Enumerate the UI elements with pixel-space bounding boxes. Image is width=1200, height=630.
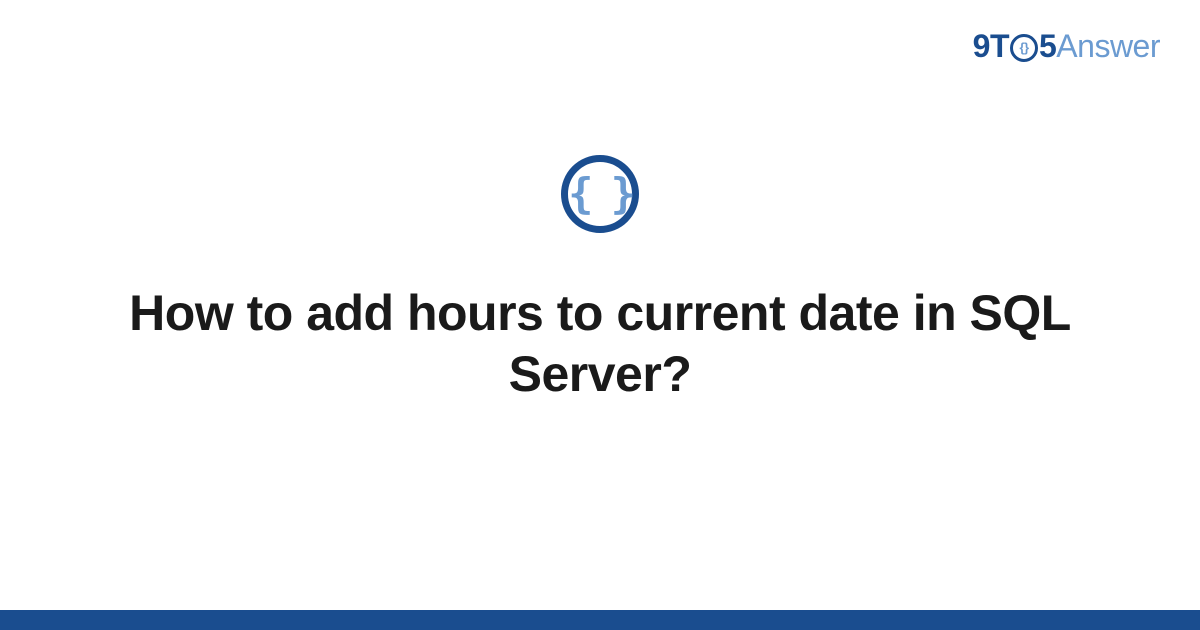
code-braces-icon: { } [568, 173, 632, 215]
question-title: How to add hours to current date in SQL … [120, 283, 1080, 405]
main-content: { } How to add hours to current date in … [0, 0, 1200, 630]
category-badge-icon: { } [561, 155, 639, 233]
footer-accent-bar [0, 610, 1200, 630]
